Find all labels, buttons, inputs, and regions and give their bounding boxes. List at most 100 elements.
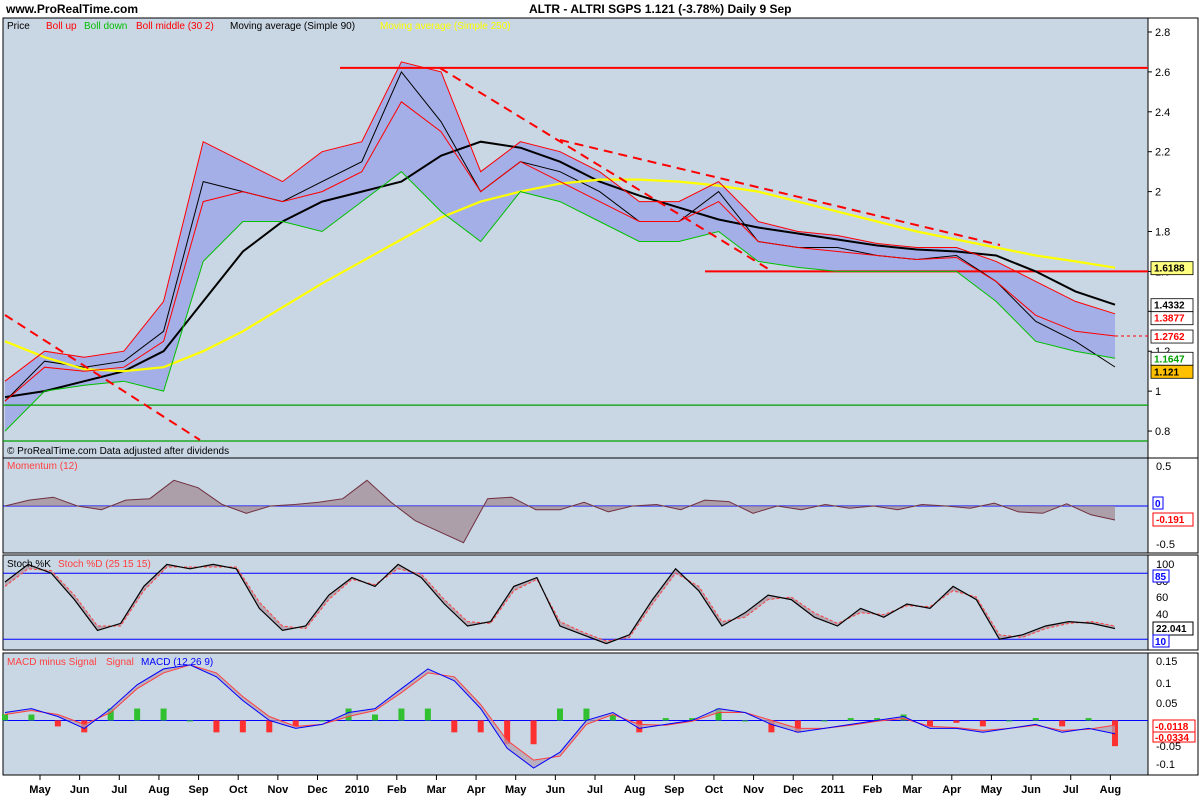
mom-tag-zero: 0 bbox=[1155, 499, 1161, 510]
x-tick-label: Oct bbox=[229, 784, 248, 796]
legend-macd: MACD (12 26 9) bbox=[141, 657, 213, 668]
macd-histogram-bar bbox=[451, 720, 458, 733]
stoch-tick-100: 100 bbox=[1156, 559, 1174, 571]
macd-tick-neg-0-1: -0.1 bbox=[1156, 759, 1175, 771]
x-tick-label: Aug bbox=[624, 784, 645, 796]
legend-macd-signal: Signal bbox=[106, 657, 134, 668]
macd-histogram-bar bbox=[266, 720, 273, 733]
macd-histogram-bar bbox=[1085, 718, 1092, 721]
legend-boll-up: Boll up bbox=[46, 21, 77, 32]
price-tag-label: 1.3877 bbox=[1154, 314, 1185, 325]
macd-histogram-bar bbox=[821, 720, 828, 722]
macd-histogram-bar bbox=[134, 708, 141, 721]
macd-tag-signal: -0.0118 bbox=[1155, 722, 1189, 733]
footnote: © ProRealTime.com Data adjusted after di… bbox=[7, 446, 229, 457]
x-tick-label: Sep bbox=[188, 784, 208, 796]
x-tick-label: Aug bbox=[1100, 784, 1121, 796]
price-tick-label: 2.4 bbox=[1155, 107, 1170, 119]
x-tick-label: May bbox=[29, 784, 51, 796]
macd-histogram-bar bbox=[54, 720, 61, 727]
x-tick-label: Feb bbox=[863, 784, 883, 796]
macd-histogram-bar bbox=[847, 718, 854, 721]
x-tick-label: Apr bbox=[467, 784, 487, 796]
macd-histogram-bar bbox=[213, 720, 220, 733]
macd-histogram-bar bbox=[239, 720, 246, 733]
legend-macd-hist: MACD minus Signal bbox=[7, 657, 96, 668]
price-tick-label: 2.8 bbox=[1155, 27, 1170, 39]
momentum-panel[interactable]: Momentum (12) 0.5 -0.5 0 -0.191 bbox=[2, 457, 1199, 554]
x-tick-label: Jun bbox=[546, 784, 566, 796]
x-tick-label: Sep bbox=[664, 784, 684, 796]
legend-momentum: Momentum (12) bbox=[7, 461, 78, 472]
price-tick-label: 2.6 bbox=[1155, 67, 1170, 79]
legend-stoch-k: Stoch %K bbox=[7, 559, 51, 570]
x-tick-label: Oct bbox=[705, 784, 724, 796]
x-tick-label: Nov bbox=[267, 784, 289, 796]
macd-histogram-bar bbox=[953, 720, 960, 723]
macd-histogram-bar bbox=[583, 708, 590, 721]
macd-histogram-bar bbox=[1059, 720, 1066, 727]
macd-panel[interactable]: MACD minus Signal Signal MACD (12 26 9) … bbox=[2, 652, 1199, 776]
x-tick-label: 2011 bbox=[821, 784, 845, 796]
legend-boll-middle: Boll middle (30 2) bbox=[136, 21, 214, 32]
stoch-tag-10: 10 bbox=[1155, 637, 1167, 648]
price-tag-label: 1.2762 bbox=[1154, 332, 1185, 343]
macd-histogram-bar bbox=[557, 708, 563, 721]
price-tick-label: 0.8 bbox=[1155, 426, 1170, 438]
stoch-tick-40: 40 bbox=[1156, 609, 1168, 621]
x-tick-label: Nov bbox=[743, 784, 765, 796]
stoch-panel[interactable]: Stoch %K Stoch %D (25 15 15) 100 80 60 4… bbox=[2, 554, 1199, 651]
macd-histogram-bar bbox=[187, 720, 193, 722]
macd-tick-0-05: 0.05 bbox=[1156, 698, 1177, 710]
price-tick-label: 1 bbox=[1155, 386, 1161, 398]
macd-histogram-bar bbox=[1006, 720, 1013, 722]
macd-histogram-bar bbox=[319, 720, 326, 722]
legend-ma90: Moving average (Simple 90) bbox=[230, 21, 355, 32]
stoch-tag-value: 22.041 bbox=[1156, 624, 1187, 635]
price-tag-label: 1.4332 bbox=[1154, 301, 1185, 312]
macd-histogram-bar bbox=[398, 708, 405, 721]
stoch-tag-85: 85 bbox=[1155, 572, 1167, 583]
price-tag-label: 1.1647 bbox=[1154, 354, 1185, 365]
mom-tick-bottom: -0.5 bbox=[1156, 539, 1175, 551]
x-tick-label: Jun bbox=[1021, 784, 1041, 796]
macd-histogram-bar bbox=[372, 714, 378, 721]
macd-histogram-bar bbox=[477, 720, 484, 733]
macd-plot-area bbox=[2, 652, 1149, 776]
x-tick-label: Jul bbox=[111, 784, 127, 796]
x-tick-label: Dec bbox=[783, 784, 803, 796]
x-tick-label: May bbox=[505, 784, 527, 796]
macd-histogram-bar bbox=[2, 714, 8, 721]
mom-tag-value: -0.191 bbox=[1156, 515, 1185, 526]
stock-chart[interactable]: 2.82.62.42.221.81.61.41.210.8 Price Boll… bbox=[0, 0, 1200, 800]
macd-tick-0-15: 0.15 bbox=[1156, 656, 1177, 668]
macd-histogram-bar bbox=[530, 720, 537, 745]
legend-ma250: Moving average (Simple 250) bbox=[380, 21, 511, 32]
x-tick-label: May bbox=[981, 784, 1003, 796]
macd-histogram-bar bbox=[1032, 718, 1039, 721]
stoch-tick-60: 60 bbox=[1156, 592, 1168, 604]
x-tick-label: 2010 bbox=[345, 784, 369, 796]
macd-axis bbox=[1147, 652, 1199, 776]
x-tick-label: Feb bbox=[387, 784, 407, 796]
price-tick-label: 1.8 bbox=[1155, 227, 1170, 239]
macd-tick-0-1: 0.1 bbox=[1156, 678, 1171, 690]
x-tick-label: Aug bbox=[148, 784, 169, 796]
x-tick-label: Jun bbox=[70, 784, 90, 796]
price-tick-label: 2.2 bbox=[1155, 147, 1170, 159]
macd-histogram-bar bbox=[979, 720, 986, 727]
legend-boll-down: Boll down bbox=[84, 21, 127, 32]
x-tick-label: Dec bbox=[307, 784, 327, 796]
macd-histogram-bar bbox=[424, 708, 431, 721]
x-axis: May Jun Jul Aug Sep Oct Nov Dec 2010 Feb Mar Apr May… bbox=[29, 775, 1121, 796]
macd-histogram-bar bbox=[160, 708, 167, 721]
macd-histogram-bar bbox=[662, 718, 669, 721]
mom-tick-top: 0.5 bbox=[1156, 461, 1171, 473]
price-tick-label: 2 bbox=[1155, 187, 1161, 199]
price-plot-area bbox=[2, 17, 1149, 459]
macd-tag-macd: -0.0334 bbox=[1155, 733, 1189, 744]
macd-histogram-bar bbox=[28, 714, 35, 721]
macd-histogram-bar bbox=[742, 720, 748, 722]
x-tick-label: Mar bbox=[427, 784, 447, 796]
price-panel[interactable]: 2.82.62.42.221.81.61.41.210.8 Price Boll… bbox=[2, 17, 1199, 459]
